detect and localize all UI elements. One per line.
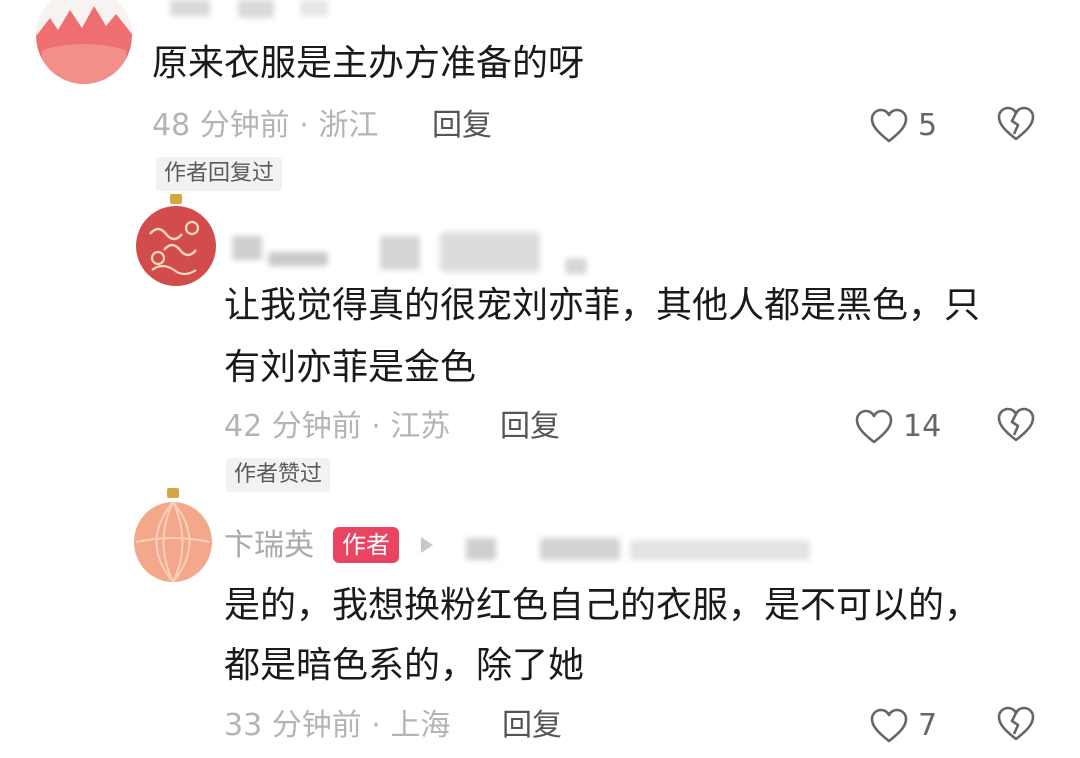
author-liked-tag: 作者赞过 <box>226 458 331 492</box>
username[interactable]: 卞瑞英 <box>224 528 314 564</box>
comment-location: 浙江 <box>318 108 379 143</box>
like-button[interactable]: 14 <box>855 407 955 447</box>
author-replied-tag: 作者回复过 <box>156 157 283 191</box>
avatar-image <box>136 194 216 286</box>
dislike-button[interactable] <box>997 407 1037 447</box>
comment-location: 上海 <box>390 708 451 743</box>
comment-location: 江苏 <box>390 409 451 444</box>
meta-separator: · <box>371 409 381 444</box>
username-blurred <box>440 232 540 272</box>
reply-button[interactable]: 回复 <box>500 409 560 445</box>
dislike-button[interactable] <box>997 706 1037 746</box>
dislike-button[interactable] <box>997 106 1037 146</box>
comment-meta: 42 分钟前 · 江苏 <box>224 409 450 445</box>
comment-time: 42 分钟前 <box>224 409 362 444</box>
comment-text-line-2: 有刘亦菲是金色 <box>224 347 477 388</box>
username-blurred <box>380 236 420 270</box>
comment-time: 33 分钟前 <box>224 708 362 743</box>
comment-time: 48 分钟前 <box>152 108 290 143</box>
heart-outline-icon <box>870 108 908 143</box>
reply-button[interactable]: 回复 <box>502 708 562 744</box>
reply-button[interactable]: 回复 <box>432 108 492 144</box>
like-button[interactable]: 5 <box>870 106 950 146</box>
reply-target-blurred <box>630 540 810 560</box>
like-count: 7 <box>918 708 938 743</box>
comment-text: 原来衣服是主办方准备的呀 <box>152 43 585 84</box>
comment-meta: 33 分钟前 · 上海 <box>224 708 450 744</box>
avatar[interactable] <box>134 192 218 288</box>
broken-heart-icon <box>997 106 1035 141</box>
comment-text-line-1: 是的，我想换粉红色自己的衣服，是不可以的， <box>224 585 981 626</box>
username-blurred <box>232 236 262 260</box>
username-blurred <box>300 0 328 16</box>
like-count: 5 <box>918 108 938 143</box>
reply-arrow-icon <box>421 537 433 553</box>
comment-text-line-2: 都是暗色系的，除了她 <box>224 645 585 686</box>
meta-separator: · <box>371 708 381 743</box>
avatar-image <box>36 0 132 84</box>
broken-heart-icon <box>997 407 1035 442</box>
like-count: 14 <box>903 409 942 444</box>
author-badge: 作者 <box>333 527 399 563</box>
avatar-image <box>134 488 212 583</box>
username-blurred <box>565 258 587 274</box>
comment-meta: 48 分钟前 · 浙江 <box>152 108 378 144</box>
username-blurred <box>268 252 328 266</box>
avatar[interactable] <box>36 0 132 84</box>
heart-outline-icon <box>855 409 893 444</box>
broken-heart-icon <box>997 706 1035 741</box>
avatar[interactable] <box>132 486 214 584</box>
username-blurred <box>170 0 210 16</box>
reply-target-blurred <box>466 538 496 560</box>
like-button[interactable]: 7 <box>870 706 950 746</box>
comment-text-line-1: 让我觉得真的很宠刘亦菲，其他人都是黑色，只 <box>224 285 981 326</box>
reply-target-blurred <box>540 538 620 560</box>
heart-outline-icon <box>870 708 908 743</box>
username-blurred <box>238 0 274 18</box>
meta-separator: · <box>299 108 309 143</box>
